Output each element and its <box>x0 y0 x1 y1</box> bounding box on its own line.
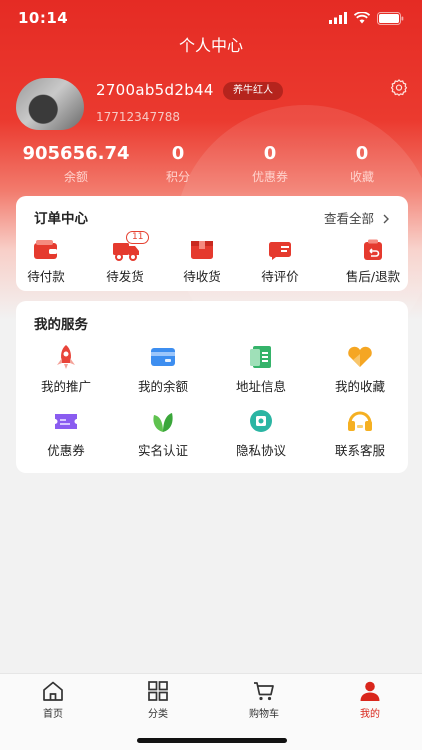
order-center-title: 订单中心 <box>34 211 88 227</box>
avatar[interactable] <box>16 78 84 130</box>
service-label: 联系客服 <box>334 443 385 458</box>
settings-gear-icon[interactable] <box>390 78 408 96</box>
stat-balance[interactable]: 905656.74 余额 <box>16 143 136 185</box>
stat-label: 收藏 <box>349 170 374 184</box>
chevron-right-icon <box>383 214 389 224</box>
stat-label: 余额 <box>63 170 88 184</box>
tab-categories[interactable]: 分类 <box>128 680 188 720</box>
order-item-label: 待发货 <box>106 269 144 284</box>
status-bar: 10:14 <box>0 0 422 36</box>
leaf-icon <box>153 413 173 432</box>
member-badge: 养牛红人 <box>223 82 283 100</box>
service-verification[interactable]: 实名认证 <box>123 408 203 459</box>
tab-label: 首页 <box>43 709 63 720</box>
status-time: 10:14 <box>18 9 69 27</box>
home-icon <box>43 681 63 701</box>
stat-label: 积分 <box>165 170 190 184</box>
service-privacy[interactable]: 隐私协议 <box>221 408 301 459</box>
home-indicator <box>137 738 287 743</box>
view-all-orders-link[interactable]: 查看全部 <box>324 208 390 227</box>
stat-coupons[interactable]: 0 优惠券 <box>238 143 302 185</box>
order-pending-payment[interactable]: 待付款 <box>11 239 81 285</box>
tab-cart[interactable]: 购物车 <box>234 680 294 720</box>
service-balance[interactable]: 我的余额 <box>123 344 203 395</box>
status-icons <box>329 10 404 26</box>
rocket-icon <box>57 345 75 369</box>
shipment-count-badge: 11 <box>126 231 150 244</box>
service-address[interactable]: 地址信息 <box>221 344 301 395</box>
order-center-card: 订单中心 查看全部 待付款 11 待发货 待收货 待评价 售后/退款 <box>16 196 408 291</box>
my-services-card: 我的服务 我的推广 我的余额 地址信息 我的收藏 优惠券 实名认证 隐私协议 联… <box>16 301 408 473</box>
order-item-label: 待评价 <box>261 269 299 284</box>
address-book-icon <box>250 346 271 368</box>
stat-favorites[interactable]: 0 收藏 <box>332 143 392 185</box>
stat-points[interactable]: 0 积分 <box>148 143 208 185</box>
order-pending-receipt[interactable]: 待收货 <box>167 239 237 285</box>
order-after-sales[interactable]: 售后/退款 <box>333 239 413 285</box>
account-stats: 905656.74 余额 0 积分 0 优惠券 0 收藏 <box>0 143 422 185</box>
tab-label: 购物车 <box>249 709 279 720</box>
order-item-label: 售后/退款 <box>345 269 401 284</box>
service-label: 隐私协议 <box>235 443 286 458</box>
service-label: 我的收藏 <box>334 379 385 394</box>
service-favorites[interactable]: 我的收藏 <box>320 344 400 395</box>
service-coupons[interactable]: 优惠券 <box>26 408 106 459</box>
service-label: 实名认证 <box>137 443 188 458</box>
stat-value: 0 <box>171 143 185 164</box>
review-icon <box>269 242 291 260</box>
stat-value: 0 <box>263 143 277 164</box>
privacy-icon <box>250 410 272 432</box>
box-icon <box>191 241 213 259</box>
refund-icon <box>364 239 382 260</box>
battery-icon <box>377 11 404 25</box>
signal-icon <box>329 12 347 24</box>
service-label: 我的余额 <box>137 379 188 394</box>
tab-label: 我的 <box>360 709 380 720</box>
wifi-icon <box>354 12 370 24</box>
stat-value: 0 <box>355 143 369 164</box>
tab-label: 分类 <box>148 709 168 720</box>
service-customer-support[interactable]: 联系客服 <box>320 408 400 459</box>
view-all-label: 查看全部 <box>324 211 375 226</box>
cart-icon <box>254 682 274 701</box>
order-pending-shipment[interactable]: 11 待发货 <box>90 231 160 285</box>
service-label: 优惠券 <box>47 443 85 458</box>
order-item-label: 待付款 <box>27 269 65 284</box>
order-pending-review[interactable]: 待评价 <box>245 239 315 285</box>
phone-number: 17712347788 <box>96 110 180 124</box>
username: 2700ab5d2b44 <box>96 81 214 99</box>
my-services-title: 我的服务 <box>34 317 88 333</box>
tab-home[interactable]: 首页 <box>23 680 83 720</box>
grid-icon <box>148 681 168 701</box>
page-title: 个人中心 <box>178 36 243 55</box>
service-promotion[interactable]: 我的推广 <box>26 344 106 395</box>
order-item-label: 待收货 <box>183 269 221 284</box>
stat-label: 优惠券 <box>251 170 288 184</box>
service-label: 地址信息 <box>235 379 286 394</box>
heart-icon <box>348 346 372 367</box>
headset-icon <box>348 411 372 431</box>
wallet-icon <box>34 240 57 259</box>
service-label: 我的推广 <box>40 379 91 394</box>
tab-me[interactable]: 我的 <box>340 680 400 720</box>
card-icon <box>151 348 175 366</box>
user-icon <box>360 681 380 701</box>
coupon-icon <box>55 414 77 429</box>
stat-value: 905656.74 <box>22 143 130 164</box>
